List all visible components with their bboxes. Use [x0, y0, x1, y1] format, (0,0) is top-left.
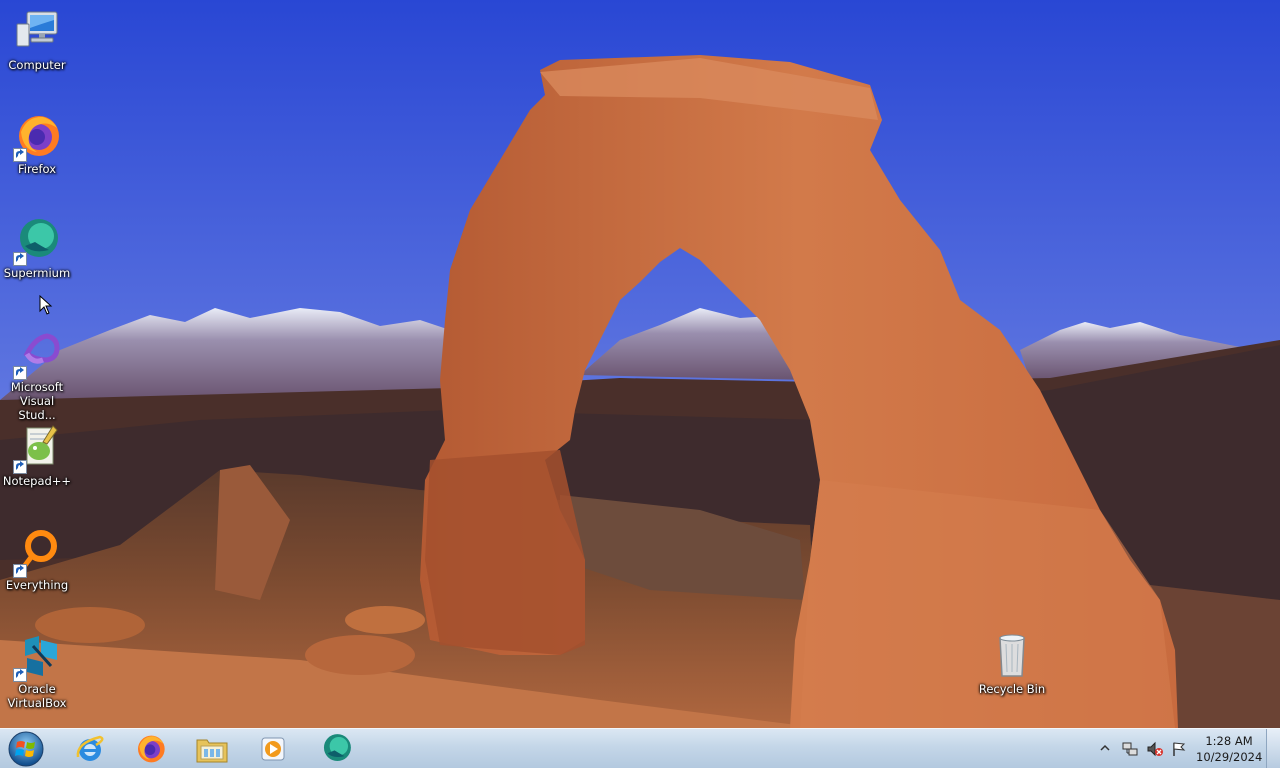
desktop-icon-firefox[interactable]: Firefox: [0, 112, 74, 176]
desktop[interactable]: Computer Firefox Supermium Microsoft Vis…: [0, 0, 1280, 728]
media-player-icon: [261, 737, 285, 760]
file-explorer-icon: [196, 739, 228, 762]
virtualbox-icon: [13, 632, 61, 682]
notepad-plus-plus-icon: [13, 424, 61, 474]
desktop-icon-visual-studio[interactable]: Microsoft Visual Stud...: [0, 330, 74, 422]
desktop-icon-virtualbox[interactable]: Oracle VirtualBox: [0, 632, 74, 710]
desktop-icon-label: Firefox: [17, 162, 57, 176]
everything-icon: [13, 528, 61, 578]
windows-start-orb-icon: [8, 731, 44, 767]
clock-time: 1:28 AM: [1205, 734, 1253, 748]
taskbar-pinned-file-explorer[interactable]: [184, 730, 240, 767]
taskbar-pinned-supermium[interactable]: [308, 730, 364, 767]
taskbar-pinned-firefox[interactable]: [122, 730, 178, 767]
show-desktop-button[interactable]: [1266, 729, 1280, 768]
shortcut-arrow-icon: [13, 252, 27, 266]
show-hidden-icons-arrow-icon[interactable]: [1100, 744, 1110, 752]
desktop-icon-label: Microsoft Visual Stud...: [10, 380, 64, 422]
desktop-icon-notepad-plus-plus[interactable]: Notepad++: [0, 424, 74, 488]
volume-muted-icon[interactable]: [1146, 741, 1164, 757]
desktop-icon-everything[interactable]: Everything: [0, 528, 74, 592]
start-button[interactable]: [6, 730, 46, 768]
shortcut-arrow-icon: [13, 668, 27, 682]
shortcut-arrow-icon: [13, 460, 27, 474]
desktop-wallpaper: [0, 0, 1280, 728]
clock-date: 10/29/2024: [1196, 750, 1263, 764]
mouse-cursor-icon: [39, 295, 53, 315]
firefox-icon: [138, 735, 165, 762]
shortcut-arrow-icon: [13, 564, 27, 578]
desktop-icon-label: Computer: [8, 58, 66, 72]
computer-icon: [13, 8, 61, 56]
taskbar-clock[interactable]: 1:28 AM 10/29/2024: [1196, 733, 1262, 765]
taskbar: 1:28 AM 10/29/2024: [0, 728, 1280, 768]
desktop-icon-label: Everything: [5, 578, 69, 592]
action-center-flag-icon[interactable]: [1171, 741, 1187, 757]
desktop-icon-computer[interactable]: Computer: [0, 8, 74, 72]
desktop-icon-label: Oracle VirtualBox: [7, 682, 67, 710]
taskbar-pinned-internet-explorer[interactable]: [62, 730, 118, 767]
firefox-icon: [13, 112, 61, 162]
desktop-icon-recycle-bin[interactable]: Recycle Bin: [975, 632, 1049, 696]
taskbar-pinned-media-player[interactable]: [245, 730, 301, 767]
supermium-icon: [323, 733, 351, 761]
shortcut-arrow-icon: [13, 366, 27, 380]
desktop-icon-label: Recycle Bin: [978, 682, 1046, 696]
internet-explorer-icon: [76, 735, 104, 761]
desktop-icon-label: Notepad++: [2, 474, 72, 488]
desktop-icon-label: Supermium: [3, 266, 71, 280]
network-icon[interactable]: [1122, 741, 1138, 757]
recycle-bin-icon: [988, 632, 1036, 680]
desktop-icon-supermium[interactable]: Supermium: [0, 216, 74, 280]
visual-studio-icon: [13, 330, 61, 380]
shortcut-arrow-icon: [13, 148, 27, 162]
supermium-icon: [13, 216, 61, 266]
